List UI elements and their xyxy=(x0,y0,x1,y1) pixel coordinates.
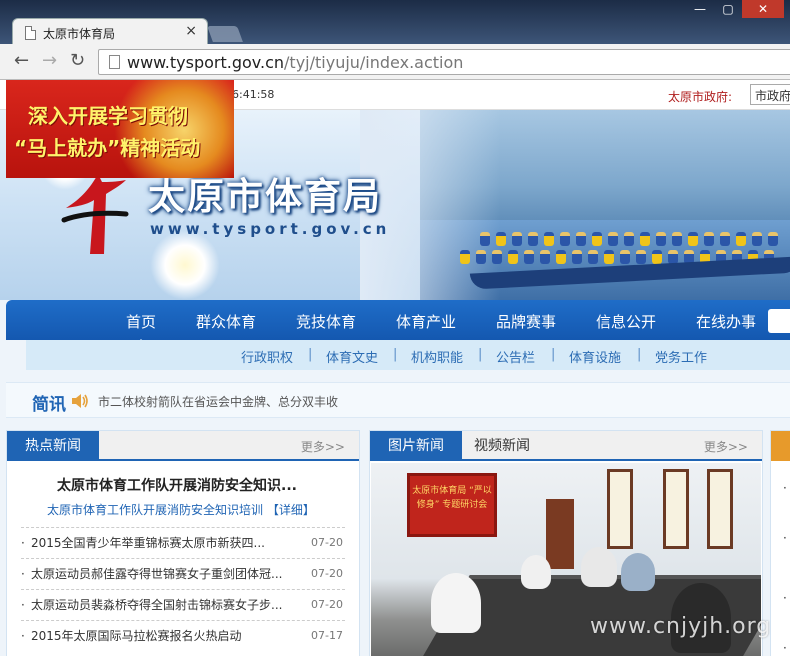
tab-photo-news[interactable]: 图片新闻 xyxy=(370,431,462,461)
clock-text: 6:41:58 xyxy=(232,88,275,101)
speaker-icon xyxy=(72,394,88,408)
list-bullet: · xyxy=(783,531,787,545)
site-url: www.tysport.gov.cn xyxy=(150,220,391,238)
browser-toolbar: ← → ↻ www.tysport.gov.cn/tyj/tiyuju/inde… xyxy=(0,44,790,80)
person xyxy=(521,555,551,589)
list-item[interactable]: 2015全国青少年举重锦标赛太原市新获四... 07-20 xyxy=(21,527,345,558)
more-link[interactable]: 更多>> xyxy=(301,438,345,455)
browser-tab-strip: 太原市体育局 × — ▢ ✕ xyxy=(0,0,790,46)
sub-nav-item[interactable]: 机构职能 xyxy=(411,347,463,366)
headline-summary-link[interactable]: 太原市体育工作队开展消防安全知识培训 【详细】 xyxy=(47,501,315,518)
sub-nav-item[interactable]: 行政职权 xyxy=(241,347,293,366)
window-controls: — ▢ ✕ xyxy=(686,0,784,20)
tab-hot-news[interactable]: 热点新闻 xyxy=(7,431,99,461)
web-page: 6:41:58 太原市政府: 市政府 深入开展学习贯彻 “马上就办”精神活动 太… xyxy=(0,80,790,656)
promo-line-1: 深入开展学习贯彻 xyxy=(28,104,188,128)
list-bullet: · xyxy=(783,591,787,605)
tab-title: 太原市体育局 xyxy=(43,27,116,41)
news-date: 07-20 xyxy=(311,598,343,611)
window-close-icon[interactable]: ✕ xyxy=(742,0,784,18)
person xyxy=(621,553,655,591)
headline-link[interactable]: 太原市体育工作队开展消防安全知识... xyxy=(57,475,297,495)
sub-nav-item[interactable]: 公告栏 xyxy=(496,347,535,366)
calligraphy-scroll xyxy=(663,469,689,549)
gov-select[interactable]: 市政府 xyxy=(750,84,790,105)
minimize-icon[interactable]: — xyxy=(686,0,714,18)
list-bullet: · xyxy=(783,641,787,655)
newsflash-text[interactable]: 市二体校射箭队在省运会中金牌、总分双丰收 xyxy=(98,393,338,410)
tab-video-news[interactable]: 视频新闻 xyxy=(462,431,542,461)
sub-nav: 行政职权 | 体育文史 | 机构职能 | 公告栏 | 体育设施 | 党务工作 xyxy=(26,340,790,370)
sub-nav-item[interactable]: 体育设施 xyxy=(569,347,621,366)
news-title[interactable]: 2015全国青少年举重锦标赛太原市新获四... xyxy=(31,528,301,558)
nav-item-info-disclosure[interactable]: 信息公开 xyxy=(596,311,656,332)
sub-nav-item[interactable]: 党务工作 xyxy=(655,347,707,366)
page-icon xyxy=(25,26,36,40)
url-text[interactable]: www.tysport.gov.cn/tyj/tiyuju/index.acti… xyxy=(127,53,463,72)
new-tab-button[interactable] xyxy=(207,26,243,42)
page-icon xyxy=(109,55,120,69)
sub-nav-item[interactable]: 体育文史 xyxy=(326,347,378,366)
back-arrow-icon[interactable]: ← xyxy=(14,51,29,71)
site-search-input[interactable] xyxy=(768,309,790,333)
news-date: 07-20 xyxy=(311,567,343,580)
forward-arrow-icon[interactable]: → xyxy=(42,51,57,71)
site-logo-icon xyxy=(61,174,129,254)
promo-banner[interactable]: 深入开展学习贯彻 “马上就办”精神活动 xyxy=(6,80,234,178)
panel-header: 图片新闻 视频新闻 更多>> xyxy=(370,431,762,461)
sub-nav-separator: | xyxy=(478,347,483,362)
flower-graphic xyxy=(150,230,220,300)
calligraphy-scroll xyxy=(607,469,633,549)
door xyxy=(546,499,574,569)
address-bar[interactable]: www.tysport.gov.cn/tyj/tiyuju/index.acti… xyxy=(98,49,790,75)
watermark: www.cnjyjh.org xyxy=(590,614,772,639)
news-title[interactable]: 太原运动员裴淼桥夺得全国射击锦标赛女子步... xyxy=(31,590,301,620)
person xyxy=(581,547,617,587)
promo-line-2: “马上就办”精神活动 xyxy=(14,136,201,160)
sub-nav-separator: | xyxy=(393,347,398,362)
sub-nav-separator: | xyxy=(637,347,642,362)
news-title[interactable]: 2015年太原国际马拉松赛报名火热启动 xyxy=(31,621,301,651)
list-item[interactable]: 太原运动员裴淼桥夺得全国射击锦标赛女子步... 07-20 xyxy=(21,589,345,620)
newsflash-label: 简讯 xyxy=(32,395,66,415)
nav-item-mass-sports[interactable]: 群众体育 xyxy=(196,311,256,332)
person xyxy=(431,573,481,633)
more-link[interactable]: 更多>> xyxy=(704,438,748,455)
sub-nav-separator: | xyxy=(551,347,556,362)
news-date: 07-17 xyxy=(311,629,343,642)
panel-header xyxy=(771,431,790,461)
list-bullet: · xyxy=(783,481,787,495)
nav-item-sports-industry[interactable]: 体育产业 xyxy=(396,311,456,332)
maximize-icon[interactable]: ▢ xyxy=(714,0,742,18)
tab-close-icon[interactable]: × xyxy=(185,23,197,39)
newsflash-bar: 简讯 市二体校射箭队在省运会中金牌、总分双丰收 xyxy=(6,382,790,418)
right-panel-partial: · · · · xyxy=(770,430,790,656)
list-item[interactable]: 太原运动员郝佳露夺得世锦赛女子重剑团体冠... 07-20 xyxy=(21,558,345,589)
meeting-banner: 太原市体育局 “严以修身” 专题研讨会 xyxy=(407,473,497,537)
news-list: 2015全国青少年举重锦标赛太原市新获四... 07-20 太原运动员郝佳露夺得世… xyxy=(21,527,345,651)
hot-news-panel: 热点新闻 更多>> 太原市体育工作队开展消防安全知识... 太原市体育工作队开展… xyxy=(6,430,360,656)
browser-tab[interactable]: 太原市体育局 × xyxy=(12,18,208,46)
sub-nav-separator: | xyxy=(308,347,313,362)
main-nav: 首页 群众体育 竞技体育 体育产业 品牌赛事 信息公开 在线办事 xyxy=(6,300,790,345)
nav-item-online-services[interactable]: 在线办事 xyxy=(696,311,756,332)
nav-item-brand-events[interactable]: 品牌赛事 xyxy=(496,311,556,332)
panel-header: 热点新闻 更多>> xyxy=(7,431,359,461)
sun-rays-graphic xyxy=(114,80,234,178)
nav-item-competitive-sports[interactable]: 竞技体育 xyxy=(296,311,356,332)
calligraphy-scroll xyxy=(707,469,733,549)
nav-item-home[interactable]: 首页 xyxy=(126,311,156,345)
news-date: 07-20 xyxy=(311,536,343,549)
news-title[interactable]: 太原运动员郝佳露夺得世锦赛女子重剑团体冠... xyxy=(31,559,301,589)
dragon-boat-rowers xyxy=(480,232,778,246)
reload-icon[interactable]: ↻ xyxy=(70,51,85,71)
gov-label: 太原市政府: xyxy=(668,90,733,104)
list-item[interactable]: 2015年太原国际马拉松赛报名火热启动 07-17 xyxy=(21,620,345,651)
